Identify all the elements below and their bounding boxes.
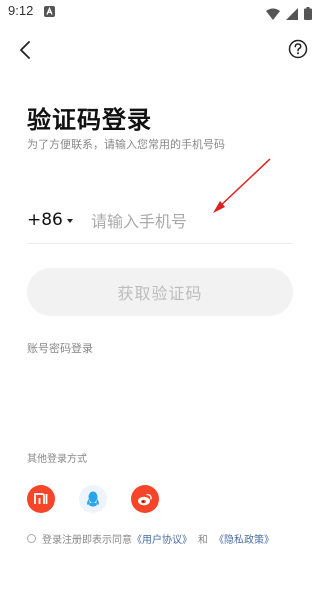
agreement-radio[interactable]: [27, 534, 36, 543]
user-agreement-link[interactable]: 《用户协议》: [132, 531, 192, 546]
status-time: 9:12: [8, 3, 34, 18]
page-title: 验证码登录: [27, 106, 152, 134]
country-code-selector[interactable]: +86: [27, 210, 73, 230]
weibo-icon: [138, 493, 152, 505]
xiaomi-login-button[interactable]: [27, 485, 55, 513]
qq-icon: [87, 491, 99, 507]
notification-a-icon: [44, 6, 55, 17]
signal-icon: [286, 5, 298, 24]
get-code-button[interactable]: 获取验证码: [27, 268, 293, 316]
back-button[interactable]: [14, 38, 36, 62]
other-login-label: 其他登录方式: [27, 454, 87, 465]
battery-icon: [304, 5, 312, 24]
question-circle-icon: [288, 39, 308, 59]
privacy-policy-link[interactable]: 《隐私政策》: [214, 531, 274, 546]
country-code: +86: [27, 210, 63, 230]
weibo-login-button[interactable]: [131, 485, 159, 513]
phone-input-row: +86: [27, 200, 293, 244]
top-bar: [0, 34, 320, 66]
wifi-icon: [266, 5, 280, 24]
status-bar: 9:12: [0, 0, 320, 24]
agreement-row: 登录注册即表示同意 《用户协议》 和 《隐私政策》: [27, 531, 274, 546]
qq-login-button[interactable]: [79, 485, 107, 513]
help-button[interactable]: [288, 39, 308, 59]
agreement-text: 登录注册即表示同意: [42, 535, 132, 546]
agreement-and: 和: [198, 535, 208, 546]
password-login-link[interactable]: 账号密码登录: [27, 340, 93, 356]
phone-number-input[interactable]: [91, 206, 291, 236]
status-icons: [266, 5, 312, 24]
page-subtitle: 为了方便联系，请输入您常用的手机号码: [27, 138, 225, 151]
xiaomi-icon: [34, 493, 48, 504]
caret-down-icon: [66, 219, 73, 223]
chevron-left-icon: [20, 41, 30, 59]
